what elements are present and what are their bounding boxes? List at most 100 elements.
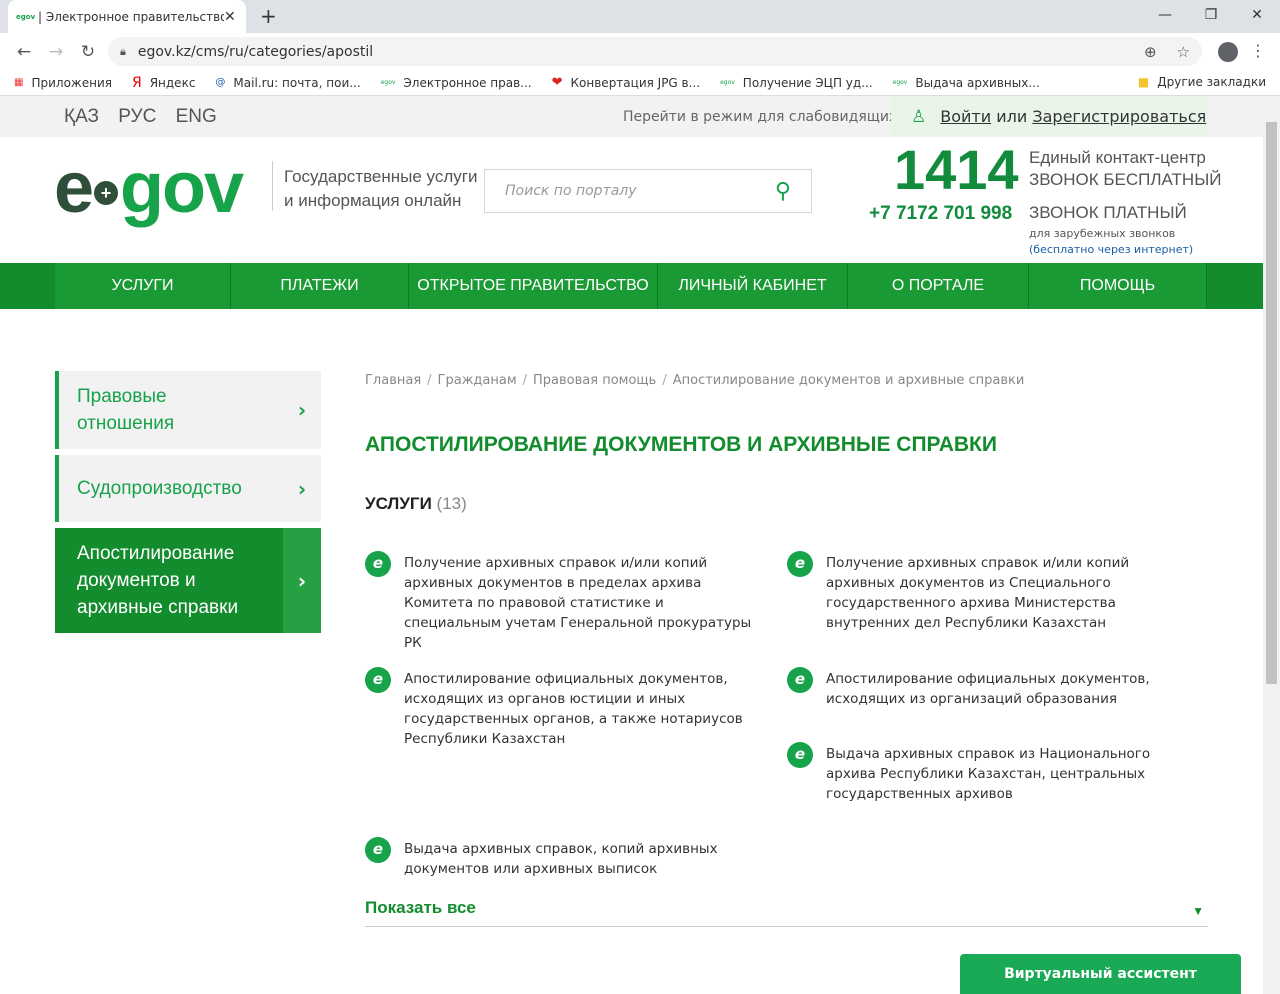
window-close-icon[interactable]: ✕ [1234,0,1280,30]
close-tab-icon[interactable]: ✕ [224,9,238,25]
nav-payments[interactable]: ПЛАТЕЖИ [231,263,409,309]
window-controls: — ❐ ✕ [1142,0,1280,30]
login-link[interactable]: Войти [940,107,991,126]
search-input[interactable]: Поиск по порталу ⚲ [484,169,812,213]
nav-personal-cabinet[interactable]: ЛИЧНЫЙ КАБИНЕТ [658,263,848,309]
breadcrumb-home[interactable]: Главная [365,373,421,388]
browser-tab[interactable]: egov | Электронное правительство Р ✕ [8,0,246,33]
heart-icon: ❤ [551,75,563,90]
low-vision-link[interactable]: Перейти в режим для слабовидящих [623,109,897,125]
bookmarks-bar: ▦ Приложения Я Яндекс @ Mail.ru: почта, пои… [0,70,1280,96]
nav-open-government[interactable]: ОТКРЫТОЕ ПРАВИТЕЛЬСТВО [409,263,658,309]
services-heading: УСЛУГИ (13) [365,494,467,513]
nav-services[interactable]: УСЛУГИ [55,263,231,309]
egov-logo[interactable]: e + gov [54,147,244,229]
lang-rus[interactable]: РУС [118,106,156,127]
mailru-icon: @ [215,77,226,88]
language-switcher: ҚАЗ РУС ENG [64,106,231,128]
scrollbar-thumb[interactable] [1266,122,1277,684]
sidebar-item-litigation[interactable]: Судопроизводство › [55,455,321,522]
page-scrollbar[interactable] [1263,96,1280,994]
sidebar-item-apostille[interactable]: Апостилирование документов и архивные сп… [55,528,321,633]
service-link[interactable]: Получение архивных справок и/или копий а… [404,553,765,653]
new-tab-icon[interactable]: + [260,4,277,28]
profile-avatar-icon[interactable] [1218,42,1238,62]
caret-down-icon: ▼ [1192,904,1204,918]
virtual-assistant-button[interactable]: Виртуальный ассистент [960,954,1241,994]
bookmark-item[interactable]: ▦ Приложения [14,76,112,90]
folder-icon: ■ [1137,75,1150,89]
site-header: e + gov Государственные услуги и информаци… [0,137,1280,263]
chevron-right-icon: › [283,528,321,633]
yandex-icon: Я [131,74,142,91]
service-item[interactable]: e Апостилирование официальных документов… [787,667,1187,709]
bookmark-item[interactable]: egov Электронное прав... [381,76,532,90]
login-or: или [991,107,1033,126]
bookmark-item[interactable]: Я Яндекс [132,75,195,91]
lang-kaz[interactable]: ҚАЗ [64,106,99,127]
free-via-internet-link[interactable]: (бесплатно через интернет) [1029,242,1193,258]
service-link[interactable]: Апостилирование официальных документов, … [826,669,1187,709]
search-placeholder: Поиск по порталу [505,183,637,199]
back-icon[interactable]: ← [8,42,40,62]
forward-icon[interactable]: → [40,42,72,62]
service-item[interactable]: e Апостилирование официальных документов… [365,667,765,749]
contact-center-info: Единый контакт-центр ЗВОНОК БЕСПЛАТНЫЙ [1029,148,1222,189]
bookmark-item[interactable]: ❤ Конвертация JPG в... [552,75,700,90]
service-item[interactable]: e Выдача архивных справок, копий архивны… [365,837,765,879]
login-box: ♙ Войти или Зарегистрироваться [891,96,1207,137]
bookmark-item[interactable]: egov Выдача архивных... [893,76,1040,90]
bookmark-item[interactable]: egov Получение ЭЦП уд... [720,76,873,90]
breadcrumb-legal-help[interactable]: Правовая помощь [533,373,656,388]
bookmark-item[interactable]: @ Mail.ru: почта, пои... [215,76,360,90]
lock-icon[interactable]: 🔒︎ [120,45,126,59]
site-topbar: ҚАЗ РУС ENG Перейти в режим для слабовид… [0,96,1280,137]
chevron-right-icon: › [297,398,307,422]
nav-help[interactable]: ПОМОЩЬ [1029,263,1207,309]
service-item[interactable]: e Выдача архивных справок из Национально… [787,742,1187,804]
breadcrumb-current: Апостилирование документов и архивные сп… [672,373,1025,388]
reload-icon[interactable]: ↻ [72,42,104,62]
apps-grid-icon: ▦ [14,77,24,88]
egov-service-icon: e [365,551,391,577]
egov-service-icon: e [787,667,813,693]
search-icon[interactable]: ⚲ [775,179,791,204]
egov-icon: egov [720,79,735,86]
service-link[interactable]: Апостилирование официальных документов, … [404,669,765,749]
services-count: (13) [436,494,467,513]
browser-toolbar: ← → ↻ 🔒︎ egov.kz/cms/ru/categories/apost… [0,33,1280,70]
lang-eng[interactable]: ENG [176,106,217,127]
user-icon: ♙ [911,106,927,127]
egov-service-icon: e [787,742,813,768]
address-bar[interactable]: 🔒︎ egov.kz/cms/ru/categories/apostil ⊕ ☆ [108,37,1202,66]
egov-service-icon: e [365,837,391,863]
browser-menu-icon[interactable]: ⋮ [1250,41,1266,60]
hotline-number[interactable]: 1414 [894,137,1019,202]
register-link[interactable]: Зарегистрироваться [1032,107,1206,126]
restore-icon[interactable]: ❐ [1188,0,1234,30]
chevron-right-icon: › [297,476,307,501]
paid-phone-number[interactable]: +7 7172 701 998 [869,203,1012,225]
service-item[interactable]: e Получение архивных справок и/или копий… [365,551,765,653]
paid-call-label: ЗВОНОК ПЛАТНЫЙ [1029,203,1187,222]
zoom-icon[interactable]: ⊕ [1144,43,1157,61]
egov-icon: egov [892,79,908,86]
show-all-toggle[interactable]: Показать все ▼ [365,898,1208,927]
breadcrumb-citizens[interactable]: Гражданам [438,373,517,388]
minimize-icon[interactable]: — [1142,0,1188,30]
category-sidebar: Правовые отношения › Судопроизводство › … [55,371,321,639]
service-item[interactable]: e Получение архивных справок и/или копий… [787,551,1187,633]
other-bookmarks[interactable]: ■ Другие закладки [1138,75,1266,89]
nav-about-portal[interactable]: О ПОРТАЛЕ [848,263,1029,309]
sidebar-item-legal-relations[interactable]: Правовые отношения › [55,371,321,449]
bookmark-star-icon[interactable]: ☆ [1177,43,1190,61]
service-link[interactable]: Выдача архивных справок, копий архивных … [404,839,765,879]
egov-service-icon: e [365,667,391,693]
service-link[interactable]: Выдача архивных справок из Национального… [826,744,1187,804]
page-title: АПОСТИЛИРОВАНИЕ ДОКУМЕНТОВ И АРХИВНЫЕ СП… [365,433,997,456]
breadcrumb: Главная / Гражданам / Правовая помощь / Апости… [365,373,1025,388]
egov-service-icon: e [787,551,813,577]
url-text[interactable]: egov.kz/cms/ru/categories/apostil [138,44,1124,60]
egov-icon: egov [380,79,396,86]
service-link[interactable]: Получение архивных справок и/или копий а… [826,553,1187,633]
